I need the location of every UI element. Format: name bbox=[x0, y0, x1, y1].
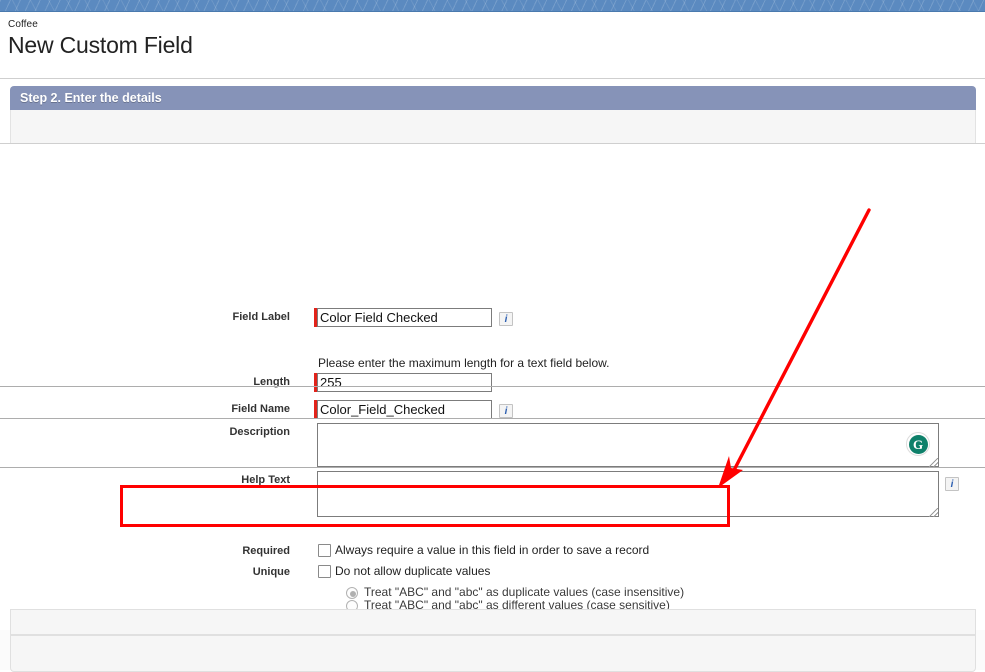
row-divider-2 bbox=[0, 418, 985, 419]
help-text-label: Help Text bbox=[241, 474, 290, 486]
footer-panel-top bbox=[10, 609, 976, 635]
form-area: Field Label i Please enter the maximum l… bbox=[0, 144, 985, 670]
field-name-label: Field Name bbox=[231, 403, 290, 415]
footer-panel-bottom bbox=[10, 635, 976, 672]
required-checkbox[interactable] bbox=[318, 544, 331, 557]
page-heading: Coffee New Custom Field bbox=[8, 19, 608, 59]
description-label: Description bbox=[229, 426, 290, 438]
unique-checkbox[interactable] bbox=[318, 565, 331, 578]
row-divider-3 bbox=[0, 467, 985, 468]
step-body-spacer bbox=[10, 110, 976, 143]
breadcrumb-object-name: Coffee bbox=[8, 19, 38, 30]
field-label-input[interactable] bbox=[317, 308, 492, 327]
field-label-label: Field Label bbox=[232, 311, 290, 323]
page-root: Coffee New Custom Field Step 2. Enter th… bbox=[0, 0, 985, 672]
field-label-info-icon[interactable]: i bbox=[499, 312, 513, 326]
page-title: New Custom Field bbox=[8, 32, 193, 58]
length-hint-text: Please enter the maximum length for a te… bbox=[318, 356, 610, 370]
help-text-textarea[interactable] bbox=[317, 471, 939, 517]
length-input[interactable] bbox=[317, 373, 492, 392]
row-divider-1 bbox=[0, 386, 985, 387]
header-divider bbox=[0, 78, 985, 79]
field-name-input[interactable] bbox=[317, 400, 492, 419]
top-banner bbox=[0, 0, 985, 12]
unique-checkbox-label: Do not allow duplicate values bbox=[335, 564, 491, 578]
unique-label: Unique bbox=[252, 566, 290, 578]
required-checkbox-label: Always require a value in this field in … bbox=[335, 543, 650, 557]
banner-edge bbox=[0, 11, 985, 12]
unique-option-case-insensitive-radio[interactable] bbox=[346, 587, 358, 599]
description-textarea[interactable] bbox=[317, 423, 939, 467]
field-name-info-icon[interactable]: i bbox=[499, 404, 513, 418]
grammarly-icon[interactable]: G bbox=[906, 432, 930, 456]
help-text-info-icon[interactable]: i bbox=[945, 477, 959, 491]
grammarly-icon-letter: G bbox=[908, 434, 928, 454]
step-header-bar: Step 2. Enter the details bbox=[10, 86, 976, 110]
required-label: Required bbox=[242, 545, 290, 557]
